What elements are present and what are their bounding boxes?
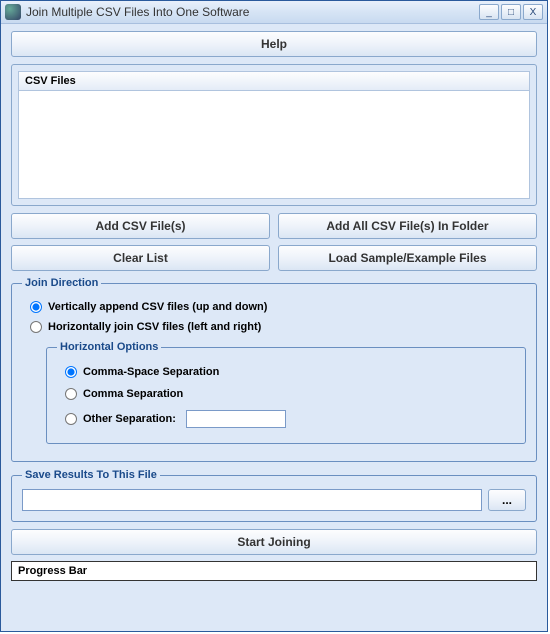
horizontal-options-group: Horizontal Options Comma-Space Separatio… [46, 341, 526, 444]
other-label: Other Separation: [83, 413, 176, 425]
join-direction-legend: Join Direction [22, 277, 101, 289]
add-folder-button[interactable]: Add All CSV File(s) In Folder [278, 213, 537, 239]
clear-list-button[interactable]: Clear List [11, 245, 270, 271]
other-separation-input[interactable] [186, 410, 286, 428]
horizontal-option[interactable]: Horizontally join CSV files (left and ri… [22, 317, 526, 337]
content-area: Help CSV Files Add CSV File(s) Add All C… [1, 24, 547, 588]
comma-label: Comma Separation [83, 388, 183, 400]
titlebar[interactable]: Join Multiple CSV Files Into One Softwar… [1, 1, 547, 24]
horizontal-radio[interactable] [30, 321, 42, 333]
help-button[interactable]: Help [11, 31, 537, 57]
comma-space-label: Comma-Space Separation [83, 366, 219, 378]
horizontal-label: Horizontally join CSV files (left and ri… [48, 321, 261, 333]
save-results-group: Save Results To This File ... [11, 469, 537, 522]
other-radio[interactable] [65, 413, 77, 425]
close-button[interactable]: X [523, 4, 543, 20]
save-row: ... [22, 489, 526, 511]
save-results-legend: Save Results To This File [22, 469, 160, 481]
comma-space-option[interactable]: Comma-Space Separation [57, 361, 515, 383]
comma-option[interactable]: Comma Separation [57, 383, 515, 405]
vertical-label: Vertically append CSV files (up and down… [48, 301, 267, 313]
main-window: Join Multiple CSV Files Into One Softwar… [0, 0, 548, 632]
app-icon [5, 4, 21, 20]
start-joining-button[interactable]: Start Joining [11, 529, 537, 555]
window-title: Join Multiple CSV Files Into One Softwar… [26, 5, 479, 19]
other-separation-option[interactable]: Other Separation: [57, 405, 515, 433]
progress-bar: Progress Bar [11, 561, 537, 581]
save-path-input[interactable] [22, 489, 482, 511]
load-sample-button[interactable]: Load Sample/Example Files [278, 245, 537, 271]
minimize-button[interactable]: _ [479, 4, 499, 20]
button-row-2: Clear List Load Sample/Example Files [11, 245, 537, 271]
maximize-button[interactable]: □ [501, 4, 521, 20]
comma-radio[interactable] [65, 388, 77, 400]
button-row-1: Add CSV File(s) Add All CSV File(s) In F… [11, 213, 537, 239]
csv-files-column: CSV Files [25, 75, 503, 87]
join-direction-group: Join Direction Vertically append CSV fil… [11, 277, 537, 462]
csv-extra-column [503, 75, 523, 87]
browse-button[interactable]: ... [488, 489, 526, 511]
comma-space-radio[interactable] [65, 366, 77, 378]
add-csv-button[interactable]: Add CSV File(s) [11, 213, 270, 239]
csv-list-header[interactable]: CSV Files [18, 71, 530, 91]
horizontal-options-legend: Horizontal Options [57, 341, 161, 353]
vertical-radio[interactable] [30, 301, 42, 313]
vertical-option[interactable]: Vertically append CSV files (up and down… [22, 297, 526, 317]
window-controls: _ □ X [479, 4, 543, 20]
csv-panel: CSV Files [11, 64, 537, 206]
csv-file-list[interactable] [18, 91, 530, 199]
